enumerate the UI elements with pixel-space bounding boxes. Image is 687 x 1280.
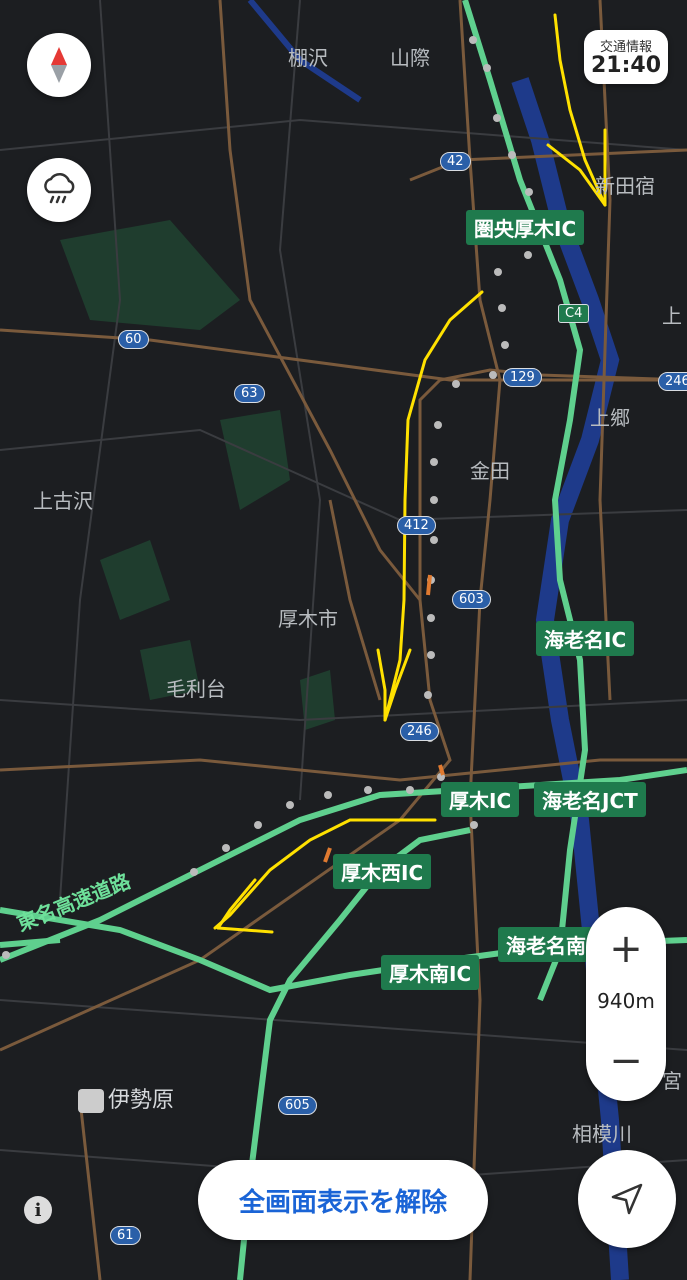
place-kami: 上	[662, 304, 682, 328]
place-kamigo: 上郷	[590, 406, 630, 430]
place-kamifurusawa: 上古沢	[33, 489, 93, 513]
weather-button[interactable]	[27, 158, 91, 222]
ic-ebina-minami[interactable]: 海老名南	[498, 927, 594, 962]
place-kanada: 金田	[470, 459, 510, 483]
place-morinodai: 毛利台	[166, 677, 226, 701]
route-shield-c4: C4	[558, 304, 590, 323]
route-shield-42: 42	[440, 152, 471, 171]
train-station-icon	[78, 1089, 104, 1113]
traffic-info-time: 21:40	[590, 53, 662, 78]
compass-button[interactable]	[27, 33, 91, 97]
place-tanasawa: 棚沢	[288, 46, 328, 70]
rain-cloud-icon	[44, 172, 75, 204]
place-sangiwa: 山際	[390, 46, 430, 70]
ic-ken-o-atsugi[interactable]: 圏央厚木IC	[466, 210, 585, 245]
navigation-arrow-icon	[611, 1183, 643, 1215]
place-shindenjuku: 新田宿	[595, 174, 655, 198]
traffic-info-button[interactable]: 交通情報 21:40	[584, 30, 668, 84]
place-isehara: 伊勢原	[78, 1082, 174, 1114]
map-scale: 940m	[597, 989, 655, 1013]
zoom-out-button[interactable]: −	[586, 1031, 666, 1091]
route-shield-246: 246	[400, 722, 439, 741]
ic-ebina[interactable]: 海老名IC	[536, 621, 635, 656]
place-isehara-label: 伊勢原	[108, 1088, 175, 1113]
route-shield-129: 129	[503, 368, 542, 387]
jct-ebina[interactable]: 海老名JCT	[534, 782, 646, 817]
info-button[interactable]: i	[24, 1196, 52, 1224]
route-shield-605: 605	[278, 1096, 317, 1115]
route-shield-412: 412	[397, 516, 436, 535]
route-shield-60: 60	[118, 330, 149, 349]
route-shield-246-east: 246	[658, 372, 687, 391]
route-shield-61: 61	[110, 1226, 141, 1245]
place-sagamigawa: 相模川	[572, 1122, 632, 1146]
ic-atsugi-minami[interactable]: 厚木南IC	[381, 955, 480, 990]
ic-atsugi[interactable]: 厚木IC	[441, 782, 520, 817]
route-shield-603: 603	[452, 590, 491, 609]
exit-fullscreen-button[interactable]: 全画面表示を解除	[198, 1160, 488, 1240]
ic-atsugi-nishi[interactable]: 厚木西IC	[333, 854, 432, 889]
current-location-button[interactable]	[578, 1150, 676, 1248]
route-shield-63: 63	[234, 384, 265, 403]
place-atsugishi: 厚木市	[278, 607, 338, 631]
compass-icon	[51, 47, 67, 83]
zoom-in-button[interactable]: +	[586, 919, 666, 979]
zoom-control: + 940m −	[586, 907, 666, 1101]
